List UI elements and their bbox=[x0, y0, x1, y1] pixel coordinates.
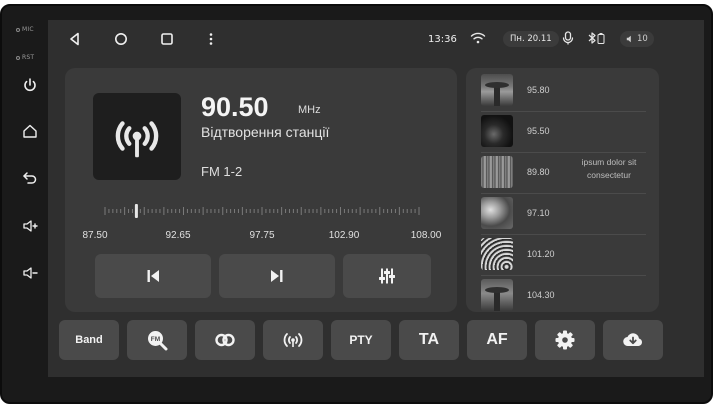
home-hardware-button[interactable] bbox=[18, 119, 42, 143]
station-thumbnail bbox=[481, 197, 513, 229]
preset-station[interactable]: 89.80 ipsum dolor sit consectetur bbox=[481, 153, 646, 194]
preset-station[interactable]: 95.50 bbox=[481, 112, 646, 153]
fm-search-button[interactable]: FM bbox=[127, 320, 187, 360]
volume-up-button[interactable] bbox=[18, 214, 42, 238]
more-vert-icon bbox=[209, 33, 213, 45]
af-button[interactable]: AF bbox=[467, 320, 527, 360]
mic-hole-icon bbox=[16, 27, 20, 32]
nav-recents-button[interactable] bbox=[158, 30, 176, 48]
back-icon bbox=[22, 172, 37, 184]
nav-menu-button[interactable] bbox=[202, 30, 220, 48]
svg-text:FM: FM bbox=[151, 336, 160, 343]
wifi-icon bbox=[470, 32, 486, 44]
current-frequency: 90.50 bbox=[201, 92, 269, 122]
band-label: FM 1-2 bbox=[201, 164, 243, 179]
ta-button[interactable]: TA bbox=[399, 320, 459, 360]
status-clock: 13:36 bbox=[428, 34, 457, 45]
band-button-label: Band bbox=[75, 334, 103, 346]
station-thumbnail bbox=[481, 279, 513, 311]
pty-button-label: PTY bbox=[349, 333, 373, 347]
hardware-sidebar: MIC RST bbox=[2, 4, 48, 396]
next-station-button[interactable] bbox=[219, 254, 335, 298]
mic-icon[interactable] bbox=[561, 31, 575, 45]
pty-button[interactable]: PTY bbox=[331, 320, 391, 360]
power-button[interactable] bbox=[18, 73, 42, 97]
battery-icon bbox=[597, 33, 605, 44]
next-icon bbox=[271, 270, 283, 282]
scale-label: 102.90 bbox=[328, 230, 360, 241]
home-circle-icon bbox=[115, 33, 127, 45]
station-thumbnail bbox=[481, 74, 513, 106]
station-thumbnail bbox=[481, 238, 513, 270]
band-button[interactable]: Band bbox=[59, 320, 119, 360]
cloud-download-icon bbox=[623, 333, 642, 347]
stereo-button[interactable] bbox=[195, 320, 255, 360]
frequency-scale: 87.50 92.65 97.75 102.90 108.00 bbox=[65, 230, 457, 242]
volume-down-icon bbox=[23, 267, 38, 279]
radio-antenna-icon bbox=[115, 120, 159, 157]
scale-label: 87.50 bbox=[82, 230, 108, 241]
ta-button-label: TA bbox=[418, 331, 440, 348]
stereo-icon bbox=[215, 333, 235, 347]
station-frequency: 97.10 bbox=[527, 208, 550, 218]
mic-label: MIC bbox=[22, 26, 34, 33]
station-frequency: 95.50 bbox=[527, 126, 550, 136]
af-button-label: AF bbox=[486, 331, 508, 348]
volume-level: 10 bbox=[637, 34, 648, 44]
station-title: ipsum dolor sit consectetur bbox=[581, 157, 637, 180]
volume-pill[interactable]: 10 bbox=[620, 31, 654, 47]
equalizer-button[interactable] bbox=[343, 254, 431, 298]
power-icon bbox=[24, 78, 36, 91]
cloud-download-button[interactable] bbox=[603, 320, 663, 360]
back-triangle-icon bbox=[70, 32, 79, 46]
status-bar: 13:36 Пн. 20.11 10 bbox=[48, 20, 704, 56]
station-frequency: 101.20 bbox=[527, 249, 555, 259]
date-pill: Пн. 20.11 bbox=[503, 31, 559, 47]
broadcast-button[interactable] bbox=[263, 320, 323, 360]
scale-label: 92.65 bbox=[165, 230, 191, 241]
broadcast-icon bbox=[283, 333, 303, 347]
settings-icon bbox=[555, 330, 575, 350]
scale-label: 97.75 bbox=[249, 230, 275, 241]
preset-station[interactable]: 97.10 bbox=[481, 194, 646, 235]
home-icon bbox=[23, 124, 37, 138]
tuner-ticks bbox=[104, 204, 420, 218]
scale-label: 108.00 bbox=[410, 230, 442, 241]
reset-indicator[interactable]: RST bbox=[16, 54, 34, 61]
recents-square-icon bbox=[161, 33, 173, 45]
volume-down-button[interactable] bbox=[18, 261, 42, 285]
status-date: Пн. 20.11 bbox=[510, 34, 552, 44]
head-unit-screen: 13:36 Пн. 20.11 10 90.50 MHz Відтворення… bbox=[48, 20, 704, 377]
volume-up-icon bbox=[23, 220, 38, 232]
station-thumbnail bbox=[481, 156, 513, 188]
preset-station[interactable]: 95.80 bbox=[481, 71, 646, 112]
station-frequency: 95.80 bbox=[527, 85, 550, 95]
previous-station-button[interactable] bbox=[95, 254, 211, 298]
station-thumbnail bbox=[481, 115, 513, 147]
settings-button[interactable] bbox=[535, 320, 595, 360]
tuner-ruler[interactable] bbox=[101, 203, 423, 219]
radio-now-playing-panel: 90.50 MHz Відтворення станції FM 1-2 87.… bbox=[65, 68, 457, 312]
preset-station-list: 95.80 95.50 89.80 ipsum dolor sit consec… bbox=[466, 68, 659, 312]
prev-icon bbox=[147, 270, 159, 282]
back-hardware-button[interactable] bbox=[18, 166, 42, 190]
equalizer-icon bbox=[379, 268, 395, 284]
nav-home-button[interactable] bbox=[112, 30, 130, 48]
fm-search-icon: FM bbox=[148, 331, 168, 351]
speaker-icon bbox=[626, 35, 631, 43]
preset-station[interactable]: 101.20 bbox=[481, 235, 646, 276]
station-frequency: 89.80 bbox=[527, 167, 550, 177]
station-artwork bbox=[93, 93, 181, 180]
reset-hole-icon bbox=[16, 55, 20, 60]
rst-label: RST bbox=[22, 54, 35, 61]
preset-station[interactable]: 104.30 bbox=[481, 276, 644, 317]
frequency-unit: MHz bbox=[298, 104, 321, 116]
nav-back-button[interactable] bbox=[66, 30, 84, 48]
tuner-pointer[interactable] bbox=[134, 204, 138, 218]
station-frequency: 104.30 bbox=[527, 290, 555, 300]
mic-indicator: MIC bbox=[16, 26, 34, 33]
station-name: Відтворення станції bbox=[201, 124, 330, 140]
